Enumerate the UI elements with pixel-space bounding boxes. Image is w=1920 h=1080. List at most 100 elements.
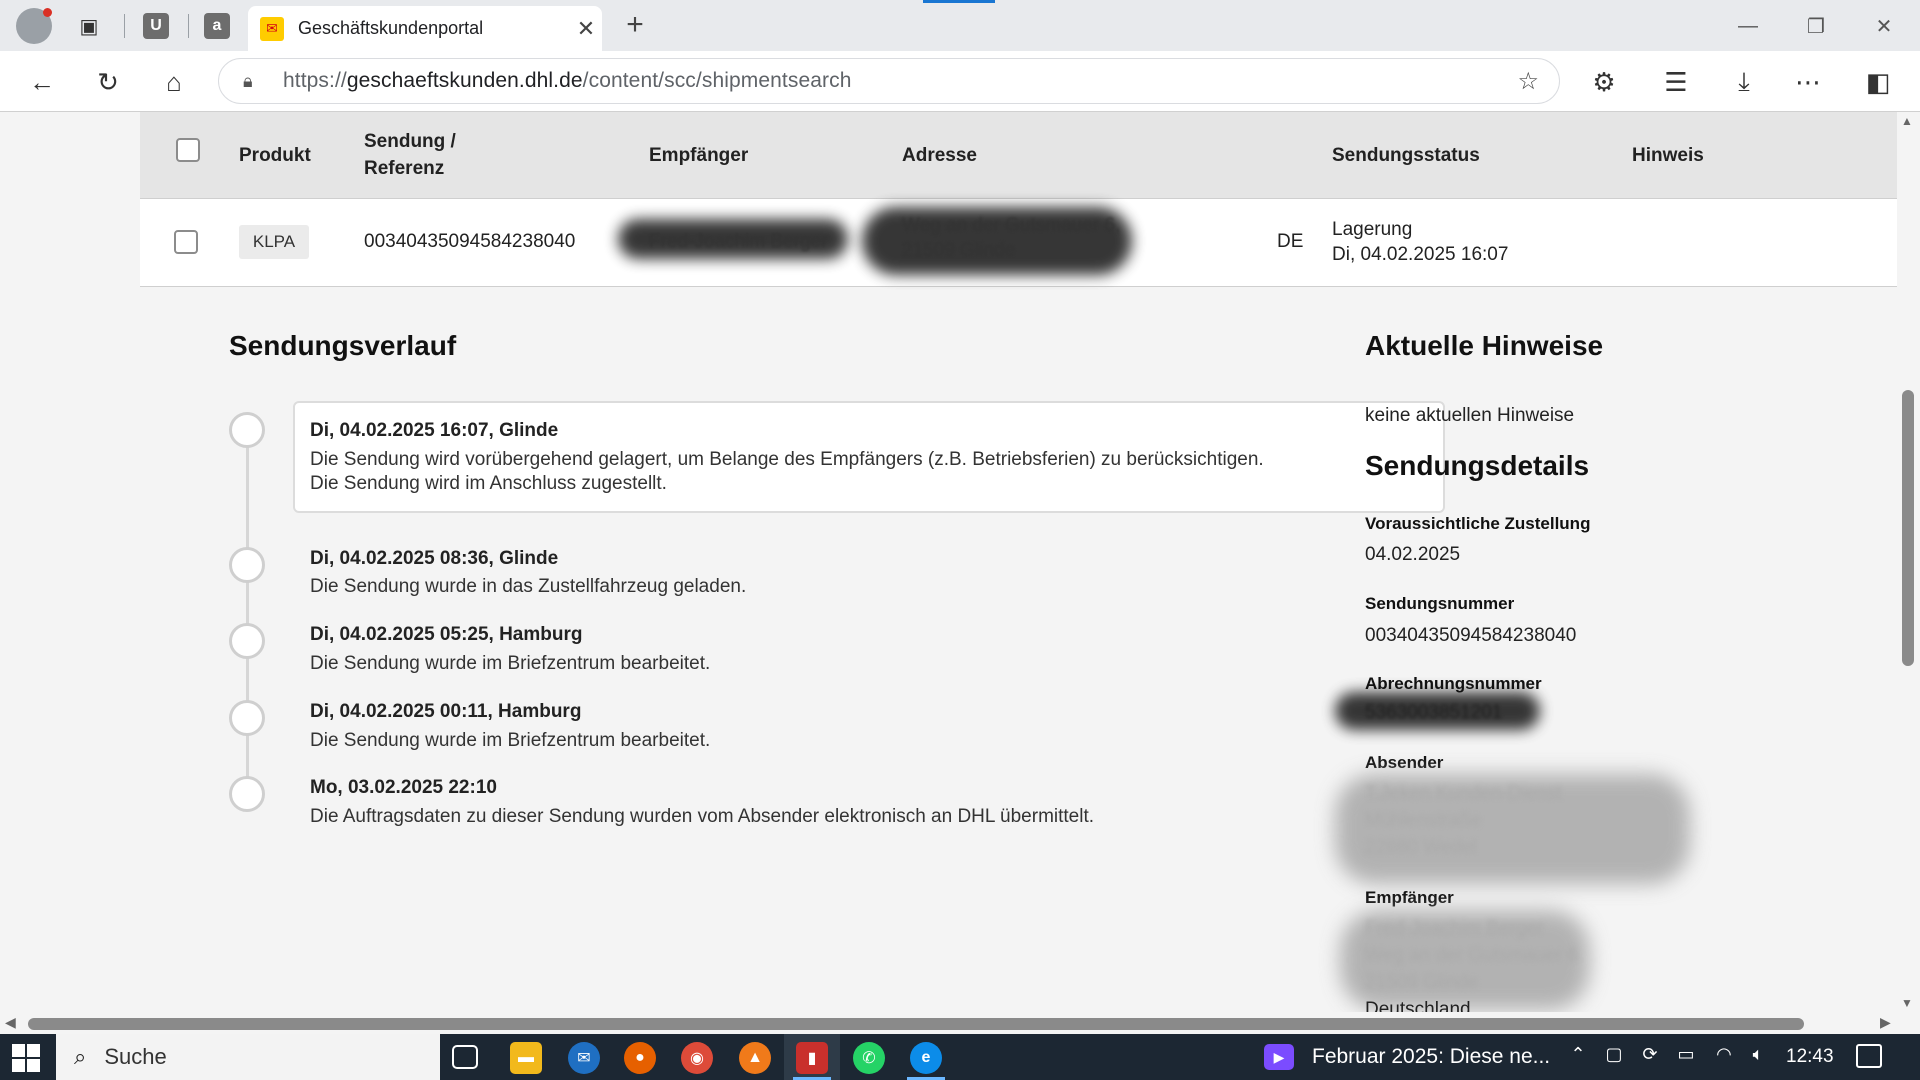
scroll-right-icon[interactable]: ▶: [1880, 1014, 1891, 1031]
shipment-number-label: Sendungsnummer: [1365, 594, 1515, 613]
pinned-tab-amazon-icon[interactable]: a: [204, 13, 230, 39]
event-title: Di, 04.02.2025 16:07, Glinde: [310, 420, 559, 441]
wifi-icon[interactable]: ◠: [1710, 1044, 1738, 1065]
favorite-star-icon[interactable]: ☆: [1517, 67, 1539, 96]
sender-line1: T.Jeken Kunden-Dienst: [1365, 783, 1562, 804]
billing-number-value: 5363003851201: [1365, 702, 1503, 723]
more-menu-icon[interactable]: ⋯: [1790, 65, 1826, 99]
tab-actions-icon[interactable]: ▣: [75, 12, 103, 40]
header-status: Sendungsstatus: [1332, 145, 1480, 166]
downloads-icon[interactable]: ⤓: [1726, 65, 1762, 99]
windows-taskbar: ⌕ Suche ▬ ✉ ● ◉ ▲ ▮ ✆ e ▶ Februar 2025: …: [0, 1034, 1920, 1080]
whatsapp-icon[interactable]: ✆: [853, 1042, 885, 1074]
media-app-icon[interactable]: ▮: [796, 1042, 828, 1074]
expected-delivery-value: 04.02.2025: [1365, 544, 1461, 565]
recipient-label: Empfänger: [1365, 888, 1454, 907]
header-shipment-line1: Sendung /: [364, 131, 456, 152]
tab-separator: [124, 14, 125, 38]
windows-start-icon[interactable]: [12, 1044, 40, 1072]
timeline-dot: [229, 412, 265, 448]
event-text: Die Sendung wurde im Briefzentrum bearbe…: [310, 653, 711, 674]
notes-heading: Aktuelle Hinweise: [1365, 330, 1604, 361]
event-text: Die Sendung wird vorübergehend gelagert,…: [310, 448, 1264, 496]
task-view-icon[interactable]: [452, 1045, 478, 1069]
tray-chevron-icon[interactable]: ⌃: [1564, 1044, 1592, 1065]
sender-label: Absender: [1365, 753, 1444, 772]
new-tab-button[interactable]: +: [620, 8, 650, 42]
shipment-search-page: Produkt Sendung / Referenz Empfänger Adr…: [140, 112, 1897, 1022]
vertical-scrollbar[interactable]: ▲ ▼: [1897, 112, 1920, 1022]
action-center-icon[interactable]: [1856, 1044, 1882, 1068]
timeline-dot: [229, 776, 265, 812]
vertical-scroll-thumb[interactable]: [1902, 390, 1914, 666]
home-icon[interactable]: ⌂: [156, 65, 192, 99]
event-text-line2: Die Sendung wird im Anschluss zugestellt…: [310, 473, 667, 494]
timeline-dot: [229, 700, 265, 736]
horizontal-scrollbar[interactable]: ◀ ▶: [0, 1012, 1897, 1034]
pinned-tab-shield-icon[interactable]: U: [143, 13, 169, 39]
tab-close-icon[interactable]: ✕: [570, 16, 602, 42]
header-note: Hinweis: [1632, 145, 1704, 166]
recipient-line3: 21509 Glinde: [1365, 972, 1479, 993]
vlc-icon[interactable]: ▲: [739, 1042, 771, 1074]
notes-text: keine aktuellen Hinweise: [1365, 405, 1575, 426]
row-status-line2: Di, 04.02.2025 16:07: [1332, 244, 1509, 265]
billing-number-label: Abrechnungsnummer: [1365, 674, 1542, 693]
tray-meet-icon[interactable]: ▢: [1600, 1044, 1628, 1065]
event-title: Di, 04.02.2025 00:11, Hamburg: [310, 701, 582, 722]
browser-toolbar: ← ↻ ⌂ 🔒︎ https://geschaeftskunden.dhl.de…: [0, 51, 1920, 112]
browser-tab-strip: ▣ U a ✉ Geschäftskundenportal ✕ + — ❐ ✕: [0, 0, 1920, 51]
scroll-left-icon[interactable]: ◀: [5, 1014, 16, 1031]
row-shipment-number[interactable]: 00340435094584238040: [364, 229, 575, 254]
restore-button[interactable]: ❐: [1798, 10, 1834, 42]
tab-geschaeftskundenportal[interactable]: ✉ Geschäftskundenportal ✕: [248, 6, 602, 51]
event-text-line1: Die Sendung wird vorübergehend gelagert,…: [310, 449, 1264, 470]
header-recipient: Empfänger: [649, 145, 749, 166]
back-arrow-icon[interactable]: ←: [24, 65, 60, 99]
scroll-down-icon[interactable]: ▼: [1901, 996, 1913, 1010]
table-row[interactable]: KLPA 00340435094584238040 Fred-Joachim B…: [140, 199, 1897, 287]
reload-icon[interactable]: ↻: [90, 65, 126, 99]
header-shipment: Sendung / Referenz: [364, 128, 456, 182]
select-all-checkbox[interactable]: [176, 138, 200, 162]
sidebar-toggle-icon[interactable]: ◧: [1860, 65, 1896, 99]
recipient-line2: Weg an der Gutsmauer 6: [1365, 945, 1578, 966]
search-icon: ⌕: [74, 1044, 87, 1069]
taskbar-clock[interactable]: 12:43: [1786, 1046, 1834, 1068]
firefox-icon[interactable]: ●: [624, 1042, 656, 1074]
thunderbird-icon[interactable]: ✉: [568, 1042, 600, 1074]
favorites-icon[interactable]: ☰: [1658, 65, 1694, 99]
extensions-icon[interactable]: ⚙: [1586, 65, 1622, 99]
row-status: Lagerung Di, 04.02.2025 16:07: [1332, 217, 1508, 267]
event-title: Di, 04.02.2025 08:36, Glinde: [310, 548, 559, 569]
volume-icon[interactable]: 🔈︎: [1744, 1044, 1772, 1065]
row-checkbox[interactable]: [174, 230, 198, 254]
event-title: Di, 04.02.2025 05:25, Hamburg: [310, 624, 583, 645]
horizontal-scroll-thumb[interactable]: [28, 1018, 1804, 1030]
timeline-dot: [229, 547, 265, 583]
taskbar-search-placeholder: Suche: [104, 1044, 167, 1069]
video-play-icon: ▶: [1264, 1044, 1294, 1070]
tray-sync-icon[interactable]: ⟳: [1636, 1044, 1664, 1065]
minimize-button[interactable]: —: [1730, 10, 1766, 42]
event-text: Die Sendung wurde im Briefzentrum bearbe…: [310, 730, 711, 751]
product-badge: KLPA: [239, 225, 309, 259]
header-address: Adresse: [902, 145, 977, 166]
row-address: Weg an der Gutsmauer 6, 21509 Glinde: [902, 213, 1120, 263]
url-text[interactable]: https://geschaeftskunden.dhl.de/content/…: [283, 69, 852, 93]
address-bar[interactable]: 🔒︎ https://geschaeftskunden.dhl.de/conte…: [218, 58, 1560, 104]
profile-avatar[interactable]: [16, 8, 52, 44]
scroll-up-icon[interactable]: ▲: [1901, 114, 1913, 128]
sender-line3: 22880 Wedel: [1365, 837, 1477, 858]
battery-icon[interactable]: ▭: [1672, 1044, 1700, 1065]
lock-icon[interactable]: 🔒︎: [243, 71, 265, 92]
timeline-dot: [229, 623, 265, 659]
taskbar-search-box[interactable]: ⌕ Suche: [56, 1034, 440, 1080]
expected-delivery-label: Voraussichtliche Zustellung: [1365, 514, 1591, 533]
chrome-icon[interactable]: ◉: [681, 1042, 713, 1074]
file-explorer-icon[interactable]: ▬: [510, 1042, 542, 1074]
edge-icon[interactable]: e: [910, 1042, 942, 1074]
row-address-line2: 21509 Glinde: [902, 240, 1016, 261]
table-header: Produkt Sendung / Referenz Empfänger Adr…: [140, 112, 1897, 199]
close-window-button[interactable]: ✕: [1866, 10, 1902, 42]
